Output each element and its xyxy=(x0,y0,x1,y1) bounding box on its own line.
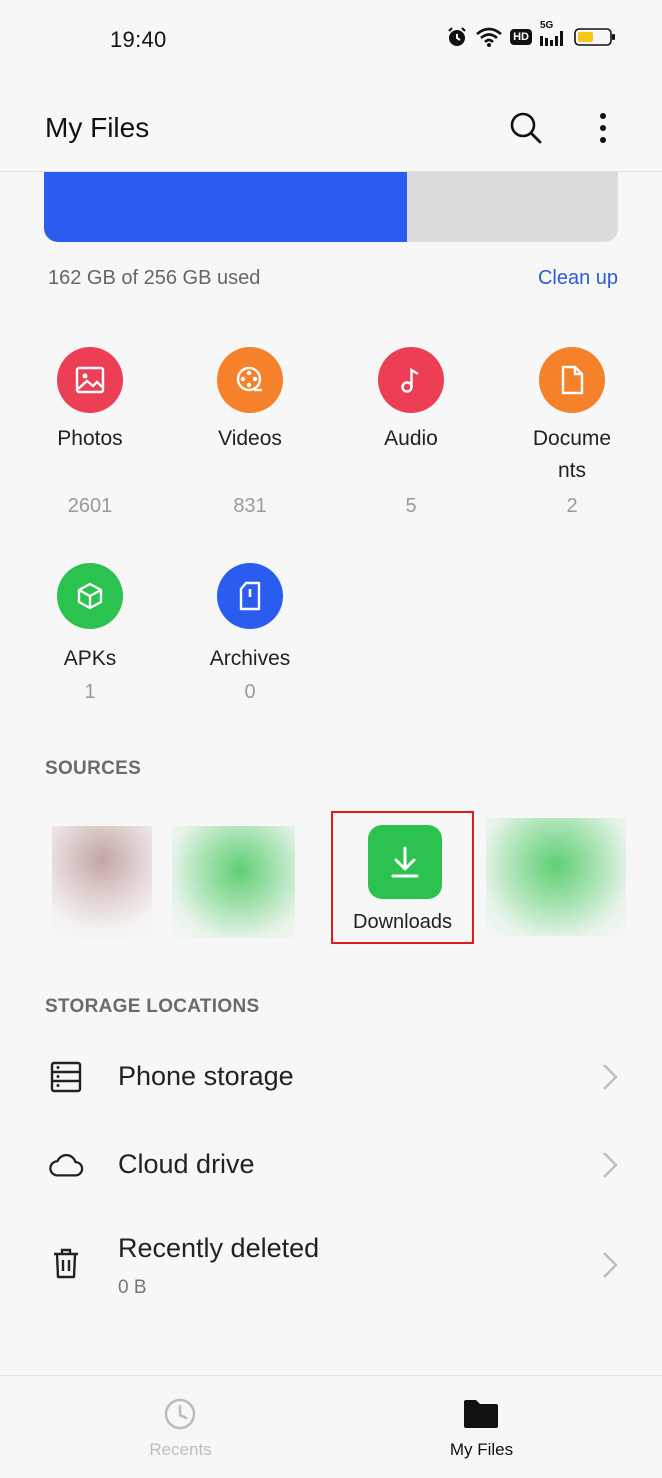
status-bar: 19:40 HD 5G xyxy=(0,0,662,80)
location-label: Cloud drive xyxy=(118,1149,255,1179)
source-app-blurred[interactable] xyxy=(486,818,626,936)
sources-heading: SOURCES xyxy=(45,758,142,779)
source-downloads[interactable]: Downloads xyxy=(331,811,474,944)
server-icon xyxy=(48,1059,84,1095)
app-header: My Files xyxy=(0,80,662,172)
status-time: 19:40 xyxy=(110,27,167,52)
category-apks[interactable]: APKs 1 xyxy=(10,563,170,704)
chevron-right-icon xyxy=(603,1064,618,1090)
videos-icon-circle xyxy=(217,347,283,413)
downloads-label: Downloads xyxy=(353,911,452,933)
more-vertical-icon xyxy=(600,113,606,143)
audio-icon-circle xyxy=(378,347,444,413)
tab-label: My Files xyxy=(449,1440,514,1459)
trash-icon xyxy=(48,1245,84,1281)
music-note-icon xyxy=(401,367,419,393)
category-label: Archives xyxy=(209,647,291,670)
folder-icon xyxy=(463,1396,499,1432)
storage-locations-heading: STORAGE LOCATIONS xyxy=(45,996,260,1017)
document-icon xyxy=(561,365,584,395)
hd-icon: HD xyxy=(510,29,532,45)
location-label: Phone storage xyxy=(118,1061,294,1091)
location-sublabel: 0 B xyxy=(118,1277,147,1298)
location-label: Recently deleted xyxy=(118,1233,320,1263)
storage-usage-fill xyxy=(44,172,408,242)
category-count: 831 xyxy=(233,495,267,517)
category-photos[interactable]: Photos 2601 xyxy=(10,347,170,518)
documents-icon-circle xyxy=(539,347,605,413)
category-label: Docume nts xyxy=(532,427,612,482)
signal-icon: 5G xyxy=(540,20,566,48)
chevron-right-icon xyxy=(603,1252,618,1278)
tab-my-files[interactable]: My Files xyxy=(316,1376,647,1478)
status-icons: HD 5G xyxy=(446,20,616,48)
page-title: My Files xyxy=(45,112,150,143)
category-audio[interactable]: Audio 5 xyxy=(331,347,491,518)
category-label: Audio xyxy=(384,427,438,450)
tab-label: Recents xyxy=(149,1440,212,1459)
more-options-button[interactable] xyxy=(588,108,618,148)
category-label: Videos xyxy=(218,427,282,450)
category-count: 5 xyxy=(405,495,417,517)
clock-icon xyxy=(162,1396,198,1432)
archives-icon-circle xyxy=(217,563,283,629)
location-recently-deleted[interactable]: Recently deleted 0 B xyxy=(0,1209,662,1319)
location-phone-storage[interactable]: Phone storage xyxy=(0,1033,662,1121)
search-icon xyxy=(510,112,542,144)
photos-icon-circle xyxy=(57,347,123,413)
film-reel-icon xyxy=(236,366,262,392)
storage-usage-bar xyxy=(44,172,618,242)
category-archives[interactable]: Archives 0 xyxy=(170,563,330,704)
download-icon xyxy=(391,846,419,878)
category-label: Photos xyxy=(57,427,123,450)
category-label: APKs xyxy=(63,647,117,670)
storage-summary: 162 GB of 256 GB used xyxy=(48,267,261,289)
bottom-nav: Recents My Files xyxy=(0,1375,662,1478)
category-videos[interactable]: Videos 831 xyxy=(170,347,330,518)
network-type-label: 5G xyxy=(540,20,554,31)
clean-up-link[interactable]: Clean up xyxy=(538,267,618,290)
source-app-blurred[interactable] xyxy=(172,826,295,938)
cloud-icon xyxy=(48,1147,84,1183)
alarm-icon xyxy=(446,26,468,48)
image-icon xyxy=(75,366,105,394)
battery-icon xyxy=(574,26,616,48)
category-count: 1 xyxy=(84,681,96,703)
category-count: 2601 xyxy=(67,495,113,517)
wifi-icon xyxy=(476,27,502,47)
category-documents[interactable]: Docume nts 2 xyxy=(492,347,652,518)
chevron-right-icon xyxy=(603,1152,618,1178)
downloads-icon-tile xyxy=(368,825,442,899)
location-cloud-drive[interactable]: Cloud drive xyxy=(0,1121,662,1209)
category-count: 0 xyxy=(244,681,256,703)
apks-icon-circle xyxy=(57,563,123,629)
search-button[interactable] xyxy=(506,108,546,148)
source-app-blurred[interactable] xyxy=(52,826,152,938)
tab-recents[interactable]: Recents xyxy=(15,1376,346,1478)
cube-icon xyxy=(77,582,103,610)
archive-icon xyxy=(239,581,261,611)
category-count: 2 xyxy=(566,495,578,517)
